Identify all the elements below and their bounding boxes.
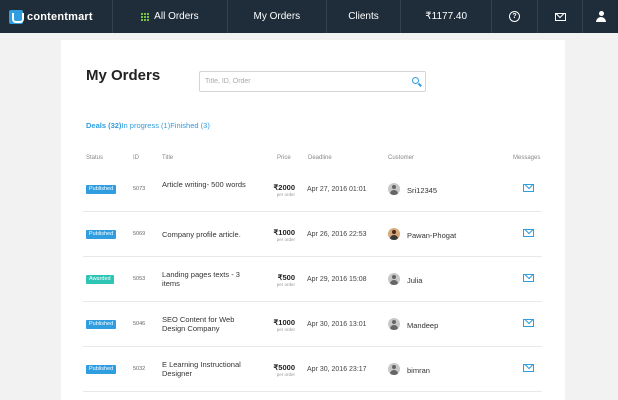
nav-all-orders[interactable]: All Orders [113,0,228,33]
avatar [388,273,400,285]
table-row[interactable]: Published 5032 E Learning Instructional … [83,347,542,392]
messages-button[interactable] [538,0,584,33]
nav-clients[interactable]: Clients [327,0,402,33]
order-title-link[interactable]: E Learning Instructional Designer [162,360,258,378]
order-title-link[interactable]: Article writing- 500 words [162,180,258,189]
customer-name-link[interactable]: bimran [407,366,430,375]
table-row[interactable]: Published 5046 SEO Content for Web Desig… [83,302,542,347]
order-deadline: Apr 29, 2016 15:08 [307,276,367,283]
column-title: Title [162,155,174,161]
status-badge: Awarded [86,275,114,284]
order-title-link[interactable]: SEO Content for Web Design Company [162,315,258,333]
message-icon[interactable] [523,319,534,327]
column-messages: Messages [513,155,541,161]
column-status: Status [86,155,104,161]
user-icon [595,11,606,22]
help-icon: ? [509,11,520,22]
page-title: My Orders [86,67,161,84]
order-price: ₹1000 per order [257,228,295,242]
price-amount: ₹500 [277,273,295,282]
message-icon[interactable] [523,364,534,372]
filter-deals[interactable]: Deals (32) [86,121,121,130]
profile-button[interactable] [583,0,618,33]
price-amount: ₹5000 [273,363,295,372]
nav-all-orders-label: All Orders [154,11,199,22]
order-id: 5032 [133,366,146,372]
search-icon[interactable] [409,72,425,91]
order-id: 5046 [133,321,146,327]
price-amount: ₹1000 [273,228,295,237]
mail-icon [554,12,566,21]
column-deadline: Deadline [308,155,332,161]
order-deadline: Apr 26, 2016 22:53 [307,231,367,238]
filter-finished[interactable]: Finished (3) [170,121,210,130]
customer-name-link[interactable]: Julia [407,276,422,285]
avatar [388,363,400,375]
price-note: per order [276,282,295,287]
brand-name: contentmart [27,10,93,23]
customer-name-link[interactable]: Pawan-Phogat [407,231,456,240]
price-amount: ₹2000 [273,183,295,192]
table-row[interactable]: Published 5073 Article writing- 500 word… [83,167,542,212]
brand-logo-link[interactable]: contentmart [0,0,113,33]
status-badge: Published [86,320,117,329]
order-price: ₹5000 per order [257,363,295,377]
table-row[interactable]: Awarded 5053 Landing pages texts - 3 ite… [83,257,542,302]
message-icon[interactable] [523,274,534,282]
status-badge: Published [86,365,117,374]
price-note: per order [276,192,295,197]
customer-name-link[interactable]: Sri12345 [407,186,437,195]
order-price: ₹1000 per order [257,318,295,332]
nav-my-orders-label: My Orders [253,11,301,22]
filter-in-progress[interactable]: In progress (1) [121,121,170,130]
message-icon[interactable] [523,184,534,192]
order-deadline: Apr 30, 2016 13:01 [307,321,367,328]
order-deadline: Apr 30, 2016 23:17 [307,366,367,373]
column-price: Price [277,155,291,161]
order-title-link[interactable]: Company profile article. [162,230,258,239]
avatar [388,228,400,240]
grid-icon [141,12,150,21]
price-note: per order [276,327,295,332]
order-price: ₹2000 per order [257,183,295,197]
price-note: per order [276,372,295,377]
order-id: 5053 [133,276,146,282]
table-header: Status ID Title Price Deadline Customer … [61,155,565,165]
search-box [199,71,426,92]
nav-clients-label: Clients [348,11,379,22]
order-deadline: Apr 27, 2016 01:01 [307,186,367,193]
message-icon[interactable] [523,229,534,237]
status-badge: Published [86,230,117,239]
price-amount: ₹1000 [273,318,295,327]
avatar [388,318,400,330]
customer-name-link[interactable]: Mandeep [407,321,438,330]
orders-panel: My Orders Deals (32) In progress (1) Fin… [61,40,565,400]
column-id: ID [133,155,139,161]
order-filters: Deals (32) In progress (1) Finished (3) [86,121,210,130]
price-note: per order [276,237,295,242]
nav-balance[interactable]: ₹1177.40 [401,0,493,33]
help-button[interactable]: ? [492,0,538,33]
order-id: 5073 [133,186,146,192]
order-title-link[interactable]: Landing pages texts - 3 items [162,270,258,288]
order-price: ₹500 per order [257,273,295,287]
table-row[interactable]: Published 5069 Company profile article. … [83,212,542,257]
top-navbar: contentmart All Orders My Orders Clients… [0,0,618,33]
nav-my-orders[interactable]: My Orders [228,0,327,33]
search-input[interactable] [200,72,409,91]
status-badge: Published [86,185,117,194]
column-customer: Customer [388,155,415,161]
balance-value: ₹1177.40 [425,11,468,22]
avatar [388,183,400,195]
order-id: 5069 [133,231,146,237]
contentmart-logo-icon [9,9,24,24]
